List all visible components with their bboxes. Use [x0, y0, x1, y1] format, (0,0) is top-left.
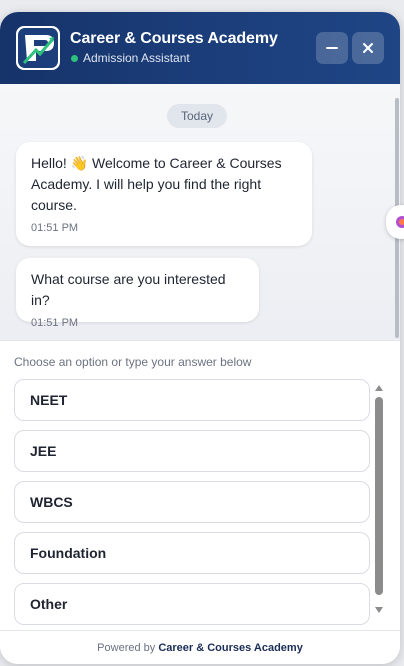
- launcher-icon: [396, 216, 404, 228]
- option-foundation-button[interactable]: Foundation: [14, 532, 370, 574]
- chat-messages-area[interactable]: Today Hello! 👋 Welcome to Career & Cours…: [0, 84, 400, 340]
- powered-by-label: Powered by: [97, 642, 156, 654]
- close-icon: [363, 43, 373, 53]
- option-neet-button[interactable]: NEET: [14, 379, 370, 421]
- option-wbcs-button[interactable]: WBCS: [14, 481, 370, 523]
- minimize-button[interactable]: [316, 32, 348, 64]
- quick-reply-panel: Choose an option or type your answer bel…: [0, 340, 400, 631]
- message-text: Hello! 👋 Welcome to Career & Courses Aca…: [31, 155, 282, 213]
- bot-message: Hello! 👋 Welcome to Career & Courses Aca…: [16, 142, 312, 246]
- message-text: What course are you interested in?: [31, 271, 226, 308]
- date-separator: Today: [167, 104, 227, 128]
- options-scrollbar-thumb[interactable]: [375, 397, 383, 595]
- bot-message: What course are you interested in? 01:51…: [16, 258, 259, 329]
- message-time: 01:51 PM: [31, 317, 79, 329]
- chat-header: Career & Courses Academy Admission Assis…: [0, 12, 400, 84]
- header-subtitle: Admission Assistant: [83, 51, 190, 65]
- options-hint: Choose an option or type your answer bel…: [14, 355, 252, 369]
- minus-icon: [326, 47, 338, 49]
- message-time: 01:51 PM: [31, 222, 79, 234]
- scroll-down-arrow-icon[interactable]: [374, 605, 384, 615]
- header-title: Career & Courses Academy: [70, 30, 278, 47]
- academy-logo: [16, 26, 60, 70]
- powered-by-footer: Powered by Career & Courses Academy: [0, 630, 400, 664]
- option-jee-button[interactable]: JEE: [14, 430, 370, 472]
- footer-brand: Career & Courses Academy: [158, 642, 303, 654]
- close-button[interactable]: [352, 32, 384, 64]
- option-other-button[interactable]: Other: [14, 583, 370, 625]
- chat-widget: Career & Courses Academy Admission Assis…: [0, 12, 400, 664]
- scroll-up-arrow-icon[interactable]: [374, 383, 384, 393]
- online-status-dot: [71, 55, 78, 62]
- logo-graphic: [18, 28, 58, 68]
